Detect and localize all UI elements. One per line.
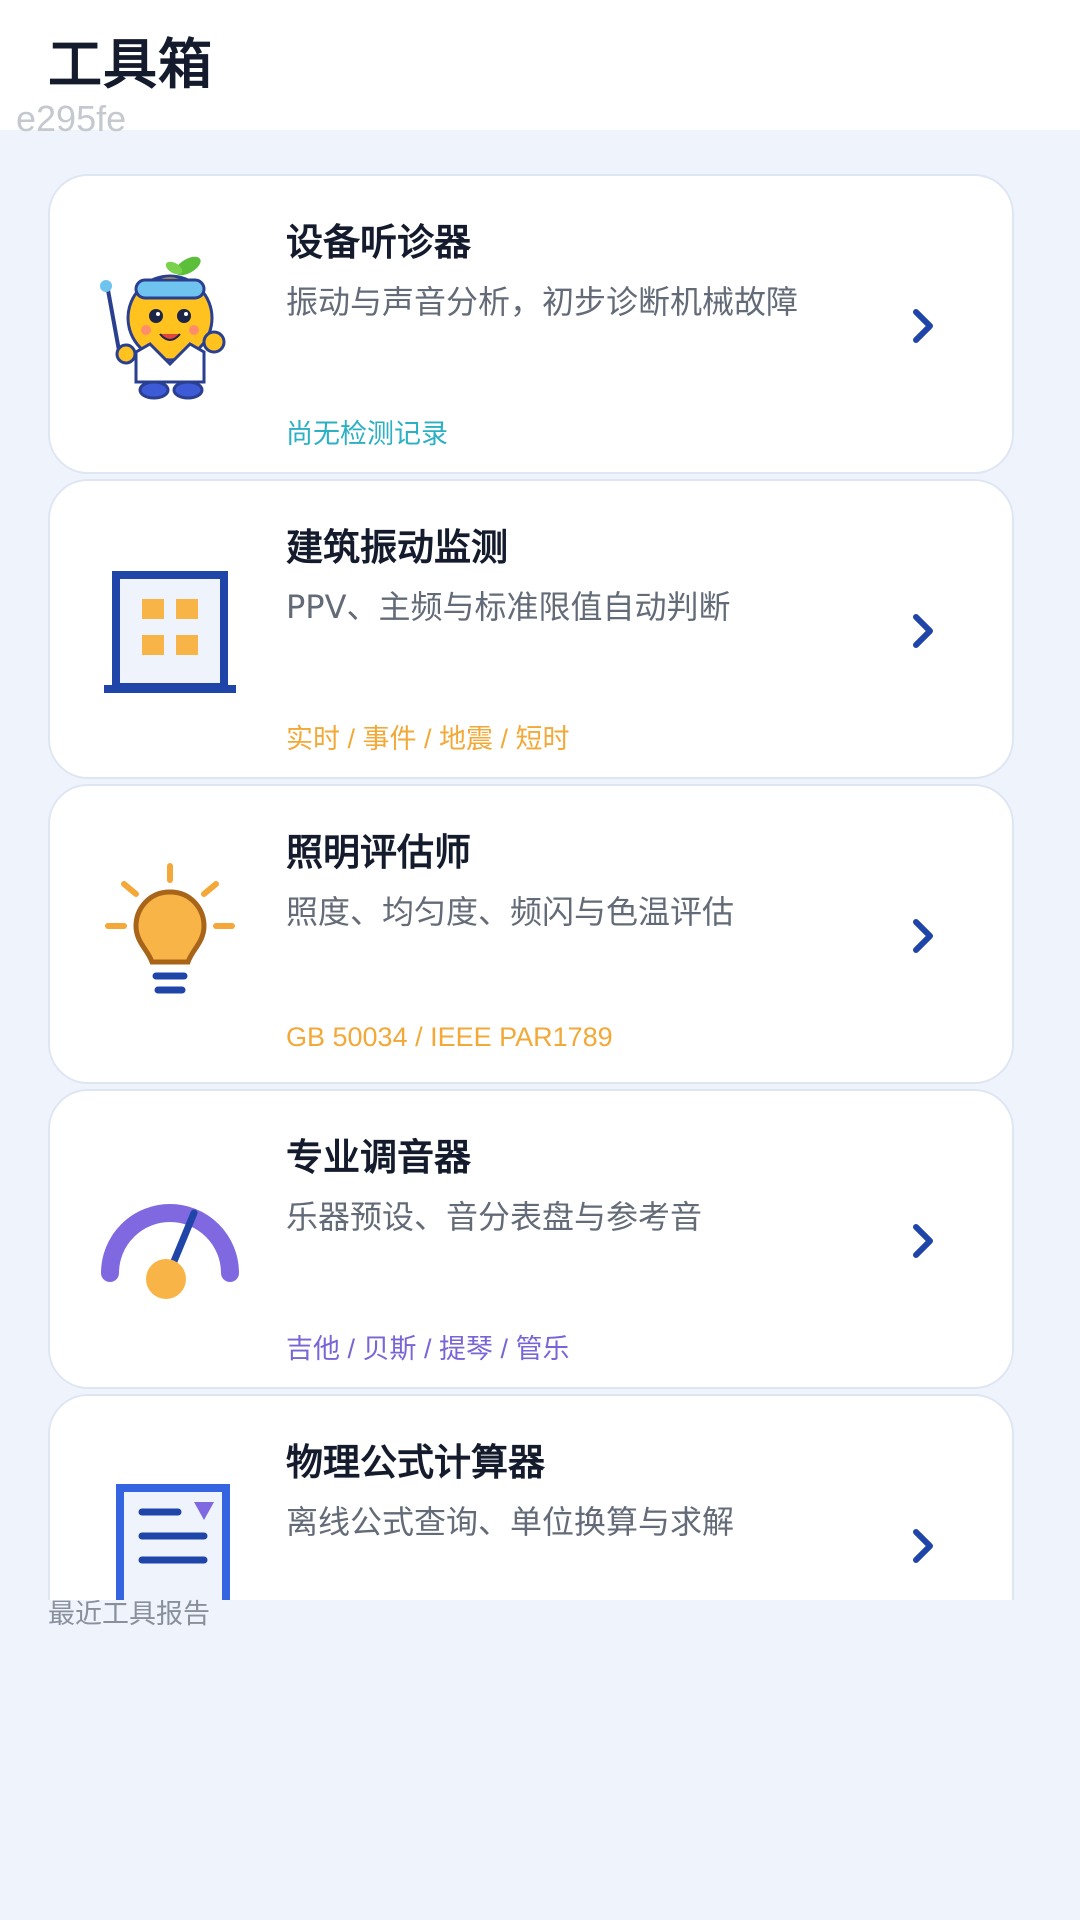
- card-title: 建筑振动监测: [286, 526, 508, 569]
- recent-reports-heading: 最近工具报告: [48, 1599, 210, 1630]
- card-status-tag: 尚无检测记录: [286, 419, 448, 449]
- tool-card-tuner[interactable]: 专业调音器 乐器预设、音分表盘与参考音 吉他 / 贝斯 / 提琴 / 管乐: [48, 1089, 1014, 1389]
- building-icon: [90, 551, 250, 711]
- chevron-right-icon: [894, 1516, 954, 1576]
- chevron-right-icon: [894, 1211, 954, 1271]
- hash-watermark: e295fe: [16, 98, 127, 139]
- tool-card-building-vibration[interactable]: 建筑振动监测 PPV、主频与标准限值自动判断 实时 / 事件 / 地震 / 短时: [48, 479, 1014, 779]
- tool-card-stethoscope[interactable]: 设备听诊器 振动与声音分析，初步诊断机械故障 尚无检测记录: [48, 174, 1014, 474]
- card-description: PPV、主频与标准限值自动判断: [286, 588, 731, 626]
- chevron-right-icon: [894, 906, 954, 966]
- header-bar: 工具箱 e295fe: [0, 0, 1080, 139]
- gauge-icon: [90, 1161, 250, 1321]
- card-mode-tag: 实时 / 事件 / 地震 / 短时: [286, 724, 570, 754]
- card-standard-tag: GB 50034 / IEEE PAR1789: [286, 1022, 613, 1052]
- card-description: 乐器预设、音分表盘与参考音: [286, 1198, 703, 1236]
- chevron-right-icon: [894, 296, 954, 356]
- card-title: 物理公式计算器: [286, 1441, 545, 1484]
- tool-list[interactable]: 设备听诊器 振动与声音分析，初步诊断机械故障 尚无检测记录 建筑振动监测 PPV…: [0, 170, 1080, 1600]
- card-title: 照明评估师: [286, 831, 471, 874]
- card-instrument-tag: 吉他 / 贝斯 / 提琴 / 管乐: [286, 1334, 570, 1364]
- card-title: 设备听诊器: [286, 221, 471, 264]
- card-description: 照度、均匀度、频闪与色温评估: [286, 893, 735, 931]
- mascot-icon: [90, 246, 250, 406]
- card-description: 离线公式查询、单位换算与求解: [286, 1503, 735, 1541]
- card-description: 振动与声音分析，初步诊断机械故障: [286, 283, 799, 321]
- card-title: 专业调音器: [286, 1136, 471, 1179]
- tool-card-lighting[interactable]: 照明评估师 照度、均匀度、频闪与色温评估 GB 50034 / IEEE PAR…: [48, 784, 1014, 1084]
- formula-doc-icon: [90, 1466, 250, 1600]
- tool-card-physics-calc[interactable]: 物理公式计算器 离线公式查询、单位换算与求解: [48, 1394, 1014, 1600]
- page-title: 工具箱: [48, 33, 213, 96]
- chevron-right-icon: [894, 601, 954, 661]
- lightbulb-icon: [90, 856, 250, 1016]
